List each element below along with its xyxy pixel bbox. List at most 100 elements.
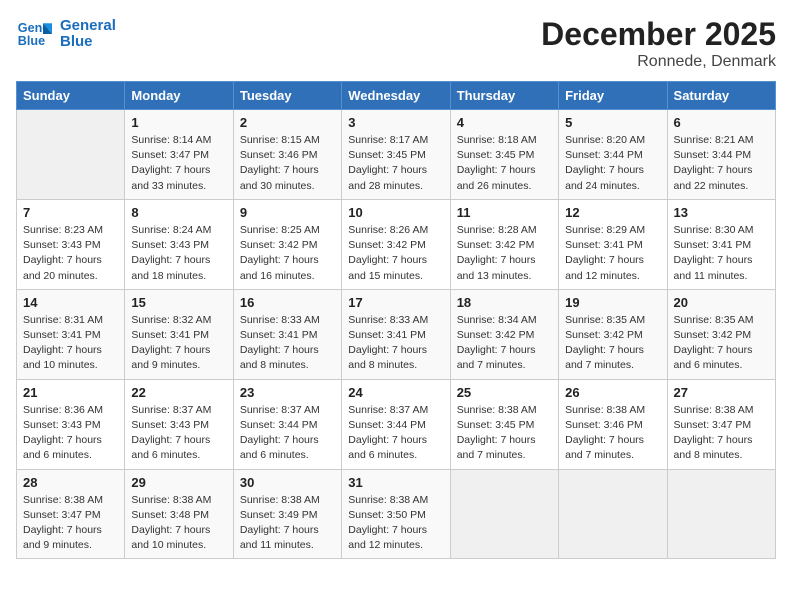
day-number: 15 <box>131 295 226 310</box>
cell-info: Sunrise: 8:17 AMSunset: 3:45 PMDaylight:… <box>348 133 443 194</box>
day-number: 20 <box>674 295 769 310</box>
calendar-cell: 31Sunrise: 8:38 AMSunset: 3:50 PMDayligh… <box>342 469 450 559</box>
day-number: 13 <box>674 205 769 220</box>
day-number: 7 <box>23 205 118 220</box>
day-number: 28 <box>23 475 118 490</box>
day-number: 30 <box>240 475 335 490</box>
cell-info: Sunrise: 8:23 AMSunset: 3:43 PMDaylight:… <box>23 223 118 284</box>
cell-info: Sunrise: 8:29 AMSunset: 3:41 PMDaylight:… <box>565 223 660 284</box>
cell-info: Sunrise: 8:37 AMSunset: 3:43 PMDaylight:… <box>131 403 226 464</box>
day-number: 2 <box>240 115 335 130</box>
cell-info: Sunrise: 8:37 AMSunset: 3:44 PMDaylight:… <box>348 403 443 464</box>
day-number: 5 <box>565 115 660 130</box>
calendar-week-row: 14 Sunrise: 8:31 AMSunset: 3:41 PMDayligh… <box>17 289 776 379</box>
day-number: 16 <box>240 295 335 310</box>
cell-info: Sunrise: 8:33 AMSunset: 3:41 PMDaylight:… <box>348 313 443 374</box>
calendar-cell: 19 Sunrise: 8:35 AMSunset: 3:42 PMDayligh… <box>559 289 667 379</box>
day-header-friday: Friday <box>559 82 667 110</box>
calendar-cell: 13 Sunrise: 8:30 AMSunset: 3:41 PMDayligh… <box>667 199 775 289</box>
day-number: 26 <box>565 385 660 400</box>
calendar-cell <box>17 110 125 200</box>
day-header-monday: Monday <box>125 82 233 110</box>
calendar-cell: 1 Sunrise: 8:14 AMSunset: 3:47 PMDaylight… <box>125 110 233 200</box>
day-number: 4 <box>457 115 552 130</box>
day-header-sunday: Sunday <box>17 82 125 110</box>
title-area: December 2025 Ronnede, Denmark <box>541 16 776 71</box>
day-number: 22 <box>131 385 226 400</box>
day-number: 24 <box>348 385 443 400</box>
day-number: 23 <box>240 385 335 400</box>
cell-info: Sunrise: 8:38 AMSunset: 3:47 PMDaylight:… <box>674 403 769 464</box>
calendar-cell: 12 Sunrise: 8:29 AMSunset: 3:41 PMDayligh… <box>559 199 667 289</box>
day-header-wednesday: Wednesday <box>342 82 450 110</box>
calendar-cell: 23Sunrise: 8:37 AMSunset: 3:44 PMDayligh… <box>233 379 341 469</box>
day-number: 10 <box>348 205 443 220</box>
calendar-cell: 16Sunrise: 8:33 AMSunset: 3:41 PMDayligh… <box>233 289 341 379</box>
calendar-cell: 27Sunrise: 8:38 AMSunset: 3:47 PMDayligh… <box>667 379 775 469</box>
day-number: 25 <box>457 385 552 400</box>
logo: General Blue General Blue <box>16 16 116 52</box>
calendar-cell <box>559 469 667 559</box>
day-number: 8 <box>131 205 226 220</box>
calendar-cell: 25 Sunrise: 8:38 AMSunset: 3:45 PMDayligh… <box>450 379 558 469</box>
logo-line1: General <box>60 18 116 35</box>
calendar-cell: 14 Sunrise: 8:31 AMSunset: 3:41 PMDayligh… <box>17 289 125 379</box>
cell-info: Sunrise: 8:18 AMSunset: 3:45 PMDaylight:… <box>457 133 552 194</box>
day-number: 14 <box>23 295 118 310</box>
calendar-cell: 21 Sunrise: 8:36 AMSunset: 3:43 PMDayligh… <box>17 379 125 469</box>
cell-info: Sunrise: 8:31 AMSunset: 3:41 PMDaylight:… <box>23 313 118 374</box>
calendar-cell: 15 Sunrise: 8:32 AMSunset: 3:41 PMDayligh… <box>125 289 233 379</box>
calendar-cell <box>667 469 775 559</box>
cell-info: Sunrise: 8:30 AMSunset: 3:41 PMDaylight:… <box>674 223 769 284</box>
calendar-week-row: 21 Sunrise: 8:36 AMSunset: 3:43 PMDayligh… <box>17 379 776 469</box>
day-number: 6 <box>674 115 769 130</box>
calendar-cell: 18Sunrise: 8:34 AMSunset: 3:42 PMDayligh… <box>450 289 558 379</box>
location-title: Ronnede, Denmark <box>541 53 776 71</box>
calendar-cell: 29Sunrise: 8:38 AMSunset: 3:48 PMDayligh… <box>125 469 233 559</box>
logo-line2: Blue <box>60 34 116 51</box>
cell-info: Sunrise: 8:36 AMSunset: 3:43 PMDaylight:… <box>23 403 118 464</box>
day-header-thursday: Thursday <box>450 82 558 110</box>
calendar-cell: 17 Sunrise: 8:33 AMSunset: 3:41 PMDayligh… <box>342 289 450 379</box>
cell-info: Sunrise: 8:38 AMSunset: 3:47 PMDaylight:… <box>23 493 118 554</box>
day-number: 17 <box>348 295 443 310</box>
logo-icon: General Blue <box>16 16 52 52</box>
month-title: December 2025 <box>541 16 776 53</box>
cell-info: Sunrise: 8:20 AMSunset: 3:44 PMDaylight:… <box>565 133 660 194</box>
calendar-cell: 10 Sunrise: 8:26 AMSunset: 3:42 PMDayligh… <box>342 199 450 289</box>
day-number: 19 <box>565 295 660 310</box>
calendar-week-row: 28 Sunrise: 8:38 AMSunset: 3:47 PMDayligh… <box>17 469 776 559</box>
day-header-tuesday: Tuesday <box>233 82 341 110</box>
cell-info: Sunrise: 8:38 AMSunset: 3:45 PMDaylight:… <box>457 403 552 464</box>
cell-info: Sunrise: 8:24 AMSunset: 3:43 PMDaylight:… <box>131 223 226 284</box>
calendar-cell: 6Sunrise: 8:21 AMSunset: 3:44 PMDaylight… <box>667 110 775 200</box>
calendar-week-row: 1 Sunrise: 8:14 AMSunset: 3:47 PMDaylight… <box>17 110 776 200</box>
calendar-cell: 3Sunrise: 8:17 AMSunset: 3:45 PMDaylight… <box>342 110 450 200</box>
day-number: 21 <box>23 385 118 400</box>
calendar-cell: 22 Sunrise: 8:37 AMSunset: 3:43 PMDayligh… <box>125 379 233 469</box>
calendar-cell: 7 Sunrise: 8:23 AMSunset: 3:43 PMDaylight… <box>17 199 125 289</box>
cell-info: Sunrise: 8:35 AMSunset: 3:42 PMDaylight:… <box>565 313 660 374</box>
day-header-saturday: Saturday <box>667 82 775 110</box>
day-number: 11 <box>457 205 552 220</box>
day-number: 1 <box>131 115 226 130</box>
calendar-cell: 5 Sunrise: 8:20 AMSunset: 3:44 PMDaylight… <box>559 110 667 200</box>
cell-info: Sunrise: 8:25 AMSunset: 3:42 PMDaylight:… <box>240 223 335 284</box>
cell-info: Sunrise: 8:38 AMSunset: 3:46 PMDaylight:… <box>565 403 660 464</box>
day-number: 12 <box>565 205 660 220</box>
calendar-cell: 9Sunrise: 8:25 AMSunset: 3:42 PMDaylight… <box>233 199 341 289</box>
cell-info: Sunrise: 8:14 AMSunset: 3:47 PMDaylight:… <box>131 133 226 194</box>
day-number: 31 <box>348 475 443 490</box>
calendar-table: SundayMondayTuesdayWednesdayThursdayFrid… <box>16 81 776 559</box>
calendar-cell: 2Sunrise: 8:15 AMSunset: 3:46 PMDaylight… <box>233 110 341 200</box>
cell-info: Sunrise: 8:38 AMSunset: 3:49 PMDaylight:… <box>240 493 335 554</box>
calendar-cell: 8 Sunrise: 8:24 AMSunset: 3:43 PMDaylight… <box>125 199 233 289</box>
cell-info: Sunrise: 8:32 AMSunset: 3:41 PMDaylight:… <box>131 313 226 374</box>
cell-info: Sunrise: 8:38 AMSunset: 3:48 PMDaylight:… <box>131 493 226 554</box>
calendar-cell: 4 Sunrise: 8:18 AMSunset: 3:45 PMDaylight… <box>450 110 558 200</box>
cell-info: Sunrise: 8:35 AMSunset: 3:42 PMDaylight:… <box>674 313 769 374</box>
page-header: General Blue General Blue December 2025 … <box>16 16 776 71</box>
cell-info: Sunrise: 8:26 AMSunset: 3:42 PMDaylight:… <box>348 223 443 284</box>
calendar-cell <box>450 469 558 559</box>
svg-text:Blue: Blue <box>18 34 45 48</box>
